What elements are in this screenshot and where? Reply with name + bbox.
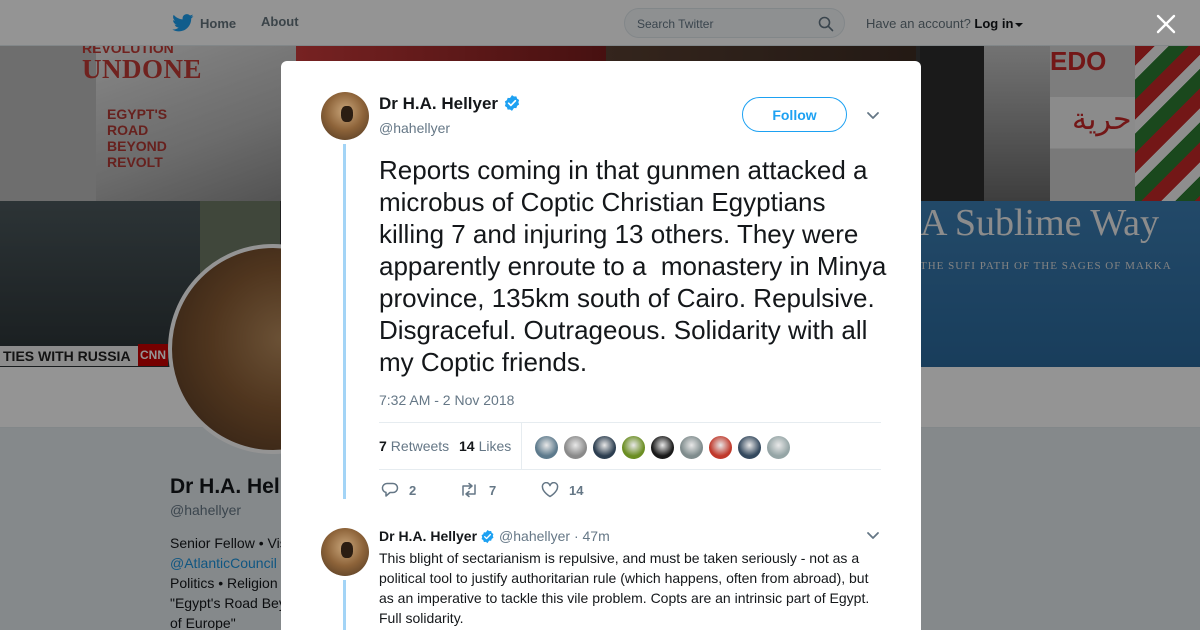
liker-avatar[interactable] (592, 435, 617, 460)
reply-author-name[interactable]: Dr H.A. Hellyer (379, 528, 477, 544)
retweets-count: 7 (379, 438, 387, 454)
heart-icon (541, 482, 559, 498)
retweet-count: 7 (489, 482, 497, 498)
reply-icon (381, 482, 399, 497)
likes-label: Likes (478, 438, 512, 454)
liker-avatar[interactable] (679, 435, 704, 460)
reply-header: Dr H.A. Hellyer @hahellyer · 47m (379, 528, 610, 544)
thread-line (343, 580, 346, 630)
liker-avatar[interactable] (737, 435, 762, 460)
verified-badge-icon (481, 529, 494, 544)
liker-avatar[interactable] (650, 435, 675, 460)
chevron-down-icon[interactable] (866, 531, 880, 541)
tweet-text: Reports coming in that gunmen attacked a… (379, 155, 894, 377)
retweets-label: Retweets (390, 438, 450, 454)
reply-author-avatar[interactable] (321, 528, 369, 576)
like-count: 14 (569, 482, 584, 498)
tweet-timestamp[interactable]: 7:32 AM - 2 Nov 2018 (379, 392, 514, 408)
tweet-actions: 2 7 14 (379, 482, 779, 502)
reply-age[interactable]: · 47m (574, 528, 610, 544)
author-handle[interactable]: @hahellyer (379, 120, 450, 136)
reply-button[interactable]: 2 (381, 482, 416, 498)
chevron-down-icon[interactable] (866, 111, 880, 121)
reply-text: This blight of sectarianism is repulsive… (379, 550, 870, 626)
liker-avatar[interactable] (534, 435, 559, 460)
likes-count: 14 (459, 438, 475, 454)
author-name-text: Dr H.A. Hellyer (379, 94, 499, 113)
liker-avatar[interactable] (563, 435, 588, 460)
like-button[interactable]: 14 (541, 482, 583, 498)
reply-author-handle[interactable]: @hahellyer (499, 528, 570, 544)
liker-avatar[interactable] (766, 435, 791, 460)
author-name[interactable]: Dr H.A. Hellyer (379, 94, 521, 114)
retweet-button[interactable]: 7 (459, 482, 496, 498)
thread-line (343, 144, 346, 499)
reply-count: 2 (409, 482, 417, 498)
verified-badge-icon (504, 95, 520, 111)
follow-button[interactable]: Follow (742, 97, 847, 132)
tweet-permalink-modal: Dr H.A. Hellyer @hahellyer Follow Report… (281, 61, 921, 630)
likes-stat[interactable]: 14 Likes (459, 438, 511, 454)
retweet-icon (462, 482, 476, 498)
liker-avatar[interactable] (621, 435, 646, 460)
author-avatar[interactable] (321, 92, 369, 140)
liker-avatar[interactable] (708, 435, 733, 460)
close-icon[interactable] (1155, 13, 1177, 35)
stats-divider (521, 423, 522, 470)
retweets-stat[interactable]: 7 Retweets (379, 438, 449, 454)
tweet-stats: 7 Retweets 14 Likes (379, 422, 881, 470)
